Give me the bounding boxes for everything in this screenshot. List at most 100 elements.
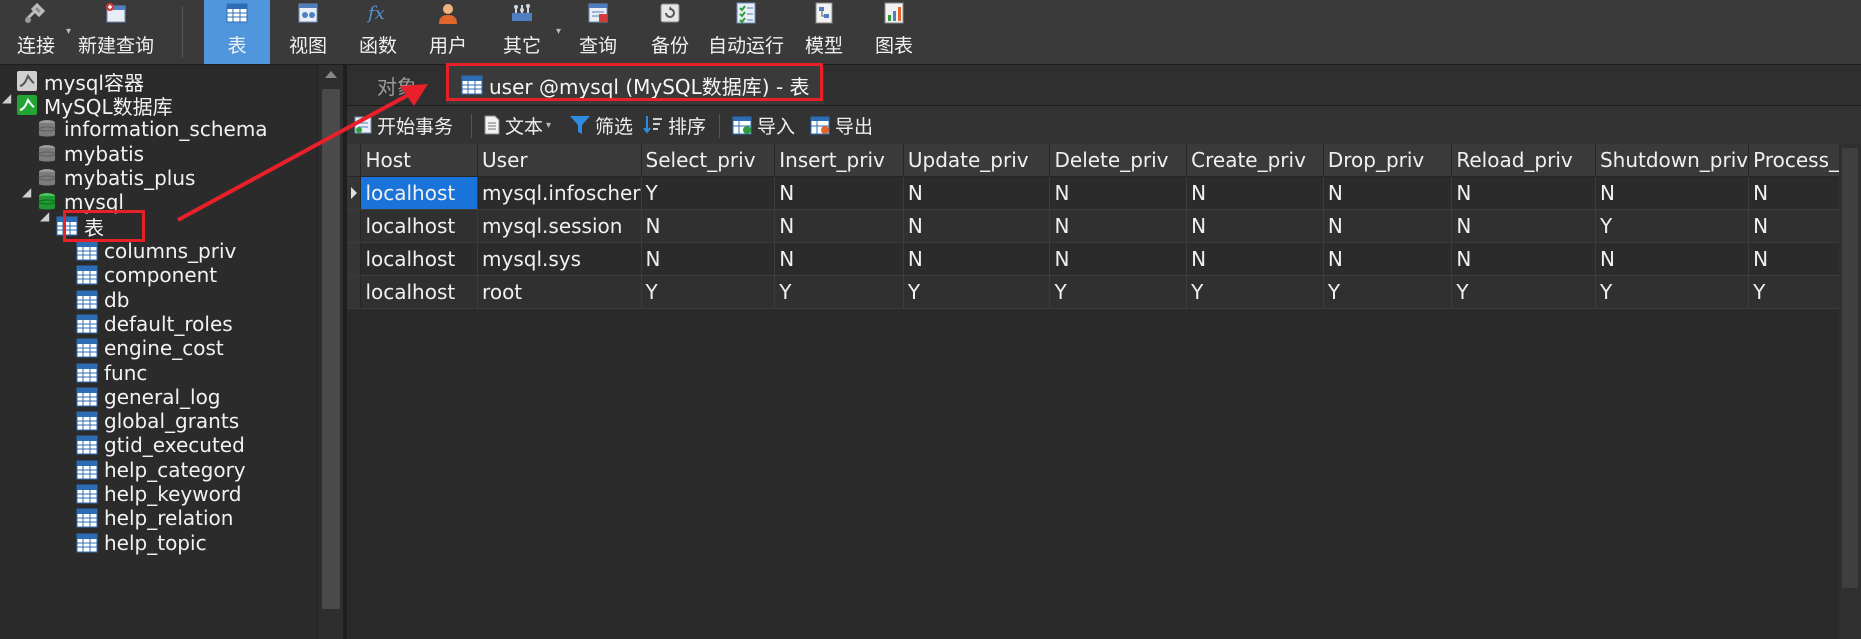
table-cell[interactable]: Y [774,275,904,309]
table-cell[interactable]: N [903,176,1051,210]
filter-button[interactable]: 筛选 [569,106,633,144]
row-header[interactable] [347,209,362,243]
toolbar-separator [719,114,720,138]
tab-objects[interactable]: 对象 [377,65,417,105]
column-header[interactable]: Delete_priv [1049,144,1188,177]
scrollbar-thumb[interactable] [1842,148,1858,588]
connect-dropdown-icon[interactable]: ▾ [66,26,71,37]
table-cell[interactable]: N [1595,242,1750,276]
table-cell[interactable]: Y [641,176,776,210]
column-header[interactable]: Create_priv [1186,144,1324,177]
other-dropdown-icon[interactable]: ▾ [556,26,561,37]
table-cell[interactable]: N [1323,176,1453,210]
table-cell[interactable]: N [774,242,904,276]
grid-header-row: Host User Select_priv Insert_priv Update_pri… [347,144,1861,177]
table-cell[interactable]: Y [1451,275,1596,309]
table-cell[interactable]: N [1451,209,1596,243]
column-header[interactable]: Host [360,144,479,177]
row-header[interactable] [347,275,362,309]
column-header[interactable]: Shutdown_priv [1595,144,1750,177]
table-cell[interactable]: mysql.sys [477,242,642,276]
column-header[interactable]: Drop_priv [1323,144,1453,177]
backup-button[interactable]: 备份 [640,0,700,64]
table-cell[interactable]: mysql.session [477,209,642,243]
text-button[interactable]: 文本 ▾ [483,106,551,144]
table-cell[interactable]: N [1323,209,1453,243]
table-cell[interactable]: N [903,242,1051,276]
column-header[interactable]: Reload_priv [1451,144,1596,177]
table-cell[interactable]: N [774,176,904,210]
column-header[interactable]: Insert_priv [774,144,904,177]
grid-scrollbar[interactable] [1839,144,1861,639]
scroll-up-icon[interactable] [325,71,337,78]
table-cell[interactable]: localhost [360,242,479,276]
table-button[interactable]: 表 [204,0,270,64]
table-row[interactable]: localhost root Y Y Y Y Y Y Y Y Y [347,275,1861,309]
table-cell[interactable]: Y [641,275,776,309]
table-row[interactable]: localhost mysql.session N N N N N N N Y N [347,209,1861,243]
table-cell[interactable]: Y [1049,275,1188,309]
table-cell[interactable]: N [1049,242,1188,276]
new-query-button[interactable]: 新建查询 [76,0,156,64]
table-cell[interactable]: N [1595,176,1750,210]
table-cell[interactable]: localhost [360,209,479,243]
tree-item-table[interactable]: help_topic [76,529,207,557]
table-cell[interactable]: localhost [360,176,479,210]
tree-item-db-information-schema[interactable]: information_schema [36,115,268,143]
query-button[interactable]: 查询 [568,0,628,64]
begin-transaction-button[interactable]: 开始事务 [353,106,453,144]
table-cell[interactable]: Y [1595,209,1750,243]
other-button[interactable]: 其它 [490,0,554,64]
table-cell[interactable]: mysql.infoscher [477,176,642,210]
expand-arrow-icon[interactable]: ◢ [40,209,49,223]
tree-scrollbar[interactable] [317,65,344,639]
table-cell[interactable]: Y [1186,275,1324,309]
text-dropdown-icon[interactable]: ▾ [546,120,551,131]
sort-button[interactable]: 排序 [642,106,706,144]
table-row[interactable]: localhost mysql.infoscher Y N N N N N N N N [347,176,1861,210]
connect-button[interactable]: 连接 [8,0,64,64]
table-cell[interactable]: root [477,275,642,309]
table-cell[interactable]: N [774,209,904,243]
table-cell[interactable]: N [1451,176,1596,210]
expand-arrow-icon[interactable]: ◢ [22,185,31,199]
export-button[interactable]: 导出 [809,106,873,144]
table-icon [76,314,98,334]
data-grid-area: Host User Select_priv Insert_priv Update_pri… [347,144,1861,639]
scrollbar-thumb[interactable] [322,89,340,609]
table-cell[interactable]: N [1186,209,1324,243]
row-header[interactable] [347,242,362,276]
import-button[interactable]: 导入 [731,106,795,144]
table-cell[interactable]: N [903,209,1051,243]
chart-button[interactable]: 图表 [862,0,926,64]
table-cell[interactable]: Y [903,275,1051,309]
user-button[interactable]: 用户 [418,0,478,64]
column-header[interactable]: User [477,144,642,177]
table-cell[interactable]: N [1323,242,1453,276]
table-cell[interactable]: N [1049,209,1188,243]
table-cell[interactable]: Y [1323,275,1453,309]
table-cell[interactable]: Y [1595,275,1750,309]
tab-user-table[interactable]: user @mysql (MySQL数据库) - 表 [447,66,824,104]
import-icon [732,116,752,135]
grid-corner [347,144,362,177]
table-row[interactable]: localhost mysql.sys N N N N N N N N N [347,242,1861,276]
table-cell[interactable]: N [1186,242,1324,276]
table-folder-icon [56,216,78,236]
table-icon [76,241,98,261]
expand-arrow-icon[interactable]: ◢ [2,91,11,105]
table-cell[interactable]: N [641,242,776,276]
table-cell[interactable]: localhost [360,275,479,309]
table-cell[interactable]: N [1186,176,1324,210]
table-cell[interactable]: N [1451,242,1596,276]
row-header[interactable] [347,176,362,210]
table-cell[interactable]: N [641,209,776,243]
view-button[interactable]: 视图 [278,0,338,64]
function-button[interactable]: fx 函数 [348,0,408,64]
column-header[interactable]: Select_priv [641,144,776,177]
tree-item-tables-folder[interactable]: 表 [56,212,104,240]
table-cell[interactable]: N [1049,176,1188,210]
automation-button[interactable]: 自动运行 [706,0,786,64]
column-header[interactable]: Update_priv [903,144,1051,177]
model-button[interactable]: 模型 [794,0,854,64]
